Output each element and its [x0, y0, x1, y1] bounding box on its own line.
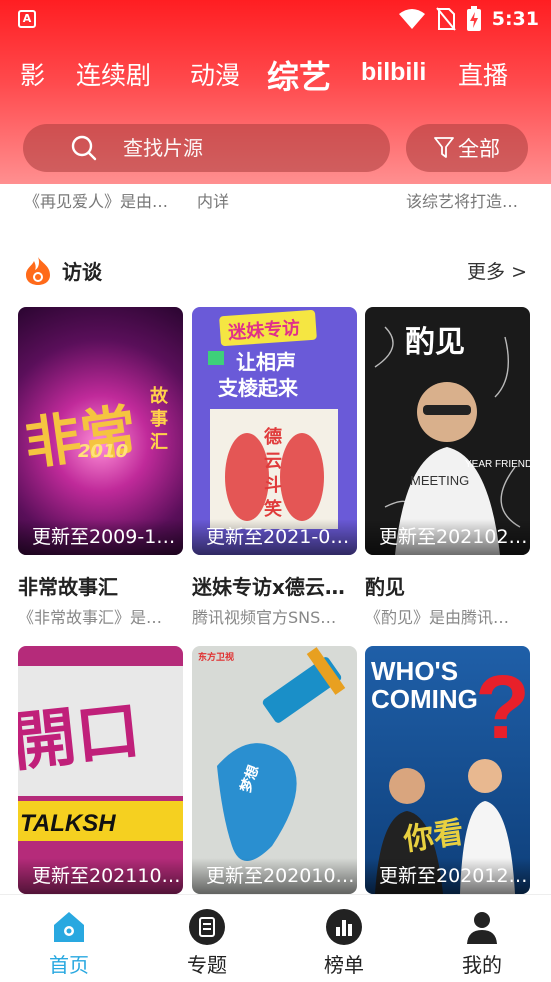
nav-profile[interactable]: 我的 [437, 909, 527, 978]
peek-desc-2: 内详 [197, 192, 230, 211]
nav-label: 我的 [462, 953, 502, 977]
svg-text:云: 云 [264, 451, 282, 472]
status-time: 5:31 [491, 8, 539, 30]
previous-row-descriptions: 《再见爱人》是由… 内详 该综艺将打造… [0, 188, 551, 214]
video-card[interactable]: WHO'S COMING ? 你看 更新至202012… [365, 646, 530, 894]
top-header: A 5:31 影 连续剧 动漫 综艺 bilbili 直播 查找片源 全部 [0, 0, 551, 184]
svg-text:COMING: COMING [371, 684, 478, 714]
svg-text:TALKSH: TALKSH [20, 810, 116, 837]
svg-text:?: ? [475, 658, 530, 758]
poster-image[interactable]: 非常 故 事 汇 2010 更新至2009-1… [18, 307, 183, 555]
svg-text:让相声: 让相声 [236, 350, 296, 374]
poster-art: 迷妹专访 让相声 支棱起来 德 云 斗 笑 [208, 309, 338, 529]
nav-label: 专题 [187, 953, 227, 977]
document-icon [189, 909, 225, 945]
peek-desc-1: 《再见爱人》是由… [24, 192, 169, 211]
svg-text:支棱起来: 支棱起来 [218, 376, 299, 400]
svg-text:YEAR FRIEND: YEAR FRIEND [465, 459, 530, 470]
poster-image[interactable]: 东方卫视 梦想 更新至202010… [192, 646, 357, 894]
svg-text:WHO'S: WHO'S [371, 656, 458, 686]
nav-label: 榜单 [324, 953, 364, 977]
update-caption: 更新至2021102.0 [18, 858, 183, 894]
svg-text:2010: 2010 [78, 441, 128, 462]
peek-desc-3: 该综艺将打造… [406, 192, 519, 211]
tab-variety[interactable]: 综艺 [267, 52, 331, 98]
svg-text:笑: 笑 [264, 498, 282, 520]
poster-art: 酌见 MEETING YEAR FRIEND [374, 325, 530, 555]
svg-text:開口: 開口 [18, 694, 144, 781]
update-caption: 更新至202012… [365, 858, 530, 894]
video-card[interactable]: 開口 TALKSH 更新至2021102.0 [18, 646, 183, 894]
home-icon [54, 912, 84, 942]
card-title: 非常故事汇 [18, 575, 118, 599]
tab-tv-series[interactable]: 连续剧 [76, 56, 151, 92]
category-tabs: 影 连续剧 动漫 综艺 bilbili 直播 [0, 52, 551, 100]
section-header-interview: 访谈 更多 > [0, 252, 551, 288]
no-sim-icon [435, 7, 456, 31]
svg-text:故: 故 [150, 385, 169, 407]
video-card[interactable]: 迷妹专访 让相声 支棱起来 德 云 斗 笑 更新至2021-0… 迷妹专访x德云… [192, 307, 357, 628]
section-title: 访谈 [62, 260, 102, 284]
search-icon [71, 135, 97, 161]
video-card[interactable]: 非常 故 事 汇 2010 更新至2009-1… 非常故事汇 《非常故事汇》是… [18, 307, 183, 628]
filter-icon [434, 137, 454, 158]
chart-icon [326, 909, 362, 945]
svg-text:酌见: 酌见 [405, 325, 465, 360]
update-caption: 更新至202010… [192, 858, 357, 894]
update-caption: 更新至2021-0… [192, 519, 357, 555]
card-title: 迷妹专访x德云… [192, 575, 345, 599]
svg-text:你看: 你看 [401, 815, 466, 858]
card-description: 《非常故事汇》是… [18, 608, 163, 627]
bottom-navigation: 首页 专题 榜单 我的 [0, 894, 551, 982]
poster-image[interactable]: 開口 TALKSH 更新至2021102.0 [18, 646, 183, 894]
status-icons: 5:31 [398, 6, 539, 32]
flame-icon [26, 257, 50, 285]
svg-text:非常: 非常 [21, 398, 141, 478]
battery-charging-icon [466, 6, 481, 31]
svg-text:事: 事 [150, 408, 168, 430]
poster-art: 东方卫视 梦想 [198, 647, 346, 861]
card-description: 《酌见》是由腾讯… [365, 608, 510, 627]
search-box[interactable] [23, 124, 390, 172]
nav-topics[interactable]: 专题 [162, 909, 252, 978]
nav-home[interactable]: 首页 [24, 909, 114, 978]
card-title: 酌见 [365, 575, 405, 599]
nav-label: 首页 [49, 953, 89, 977]
poster-image[interactable]: WHO'S COMING ? 你看 更新至202012… [365, 646, 530, 894]
svg-text:MEETING: MEETING [410, 473, 469, 488]
status-bar: A 5:31 [0, 0, 551, 38]
video-card[interactable]: 东方卫视 梦想 更新至202010… [192, 646, 357, 894]
nav-rankings[interactable]: 榜单 [299, 909, 389, 978]
tab-anime[interactable]: 动漫 [190, 56, 240, 92]
tab-live[interactable]: 直播 [458, 56, 508, 92]
update-caption: 更新至202102… [365, 519, 530, 555]
card-description: 腾讯视频官方SNS… [192, 608, 337, 627]
user-icon [467, 912, 497, 944]
tab-bilibili[interactable]: bilbili [361, 58, 426, 87]
poster-image[interactable]: 酌见 MEETING YEAR FRIEND 更新至202102… [365, 307, 530, 555]
wifi-icon [398, 9, 425, 29]
poster-image[interactable]: 迷妹专访 让相声 支棱起来 德 云 斗 笑 更新至2021-0… [192, 307, 357, 555]
svg-text:斗: 斗 [264, 475, 282, 496]
poster-art: WHO'S COMING ? 你看 [371, 656, 530, 894]
update-caption: 更新至2009-1… [18, 519, 183, 555]
poster-art: 非常 故 事 汇 2010 [21, 385, 169, 478]
video-card[interactable]: 酌见 MEETING YEAR FRIEND 更新至202102… 酌见 《酌见… [365, 307, 530, 628]
search-row: 全部 [0, 124, 551, 174]
svg-text:东方卫视: 东方卫视 [198, 651, 234, 663]
filter-button[interactable]: 全部 [406, 124, 528, 172]
svg-text:德: 德 [264, 426, 282, 448]
poster-art: 開口 TALKSH [18, 666, 183, 841]
app-notification-icon: A [18, 10, 36, 28]
tab-movie[interactable]: 影 [20, 56, 45, 92]
more-link[interactable]: 更多 > [467, 257, 527, 284]
filter-label: 全部 [458, 137, 500, 161]
search-input[interactable] [121, 135, 345, 161]
svg-text:汇: 汇 [150, 432, 168, 453]
